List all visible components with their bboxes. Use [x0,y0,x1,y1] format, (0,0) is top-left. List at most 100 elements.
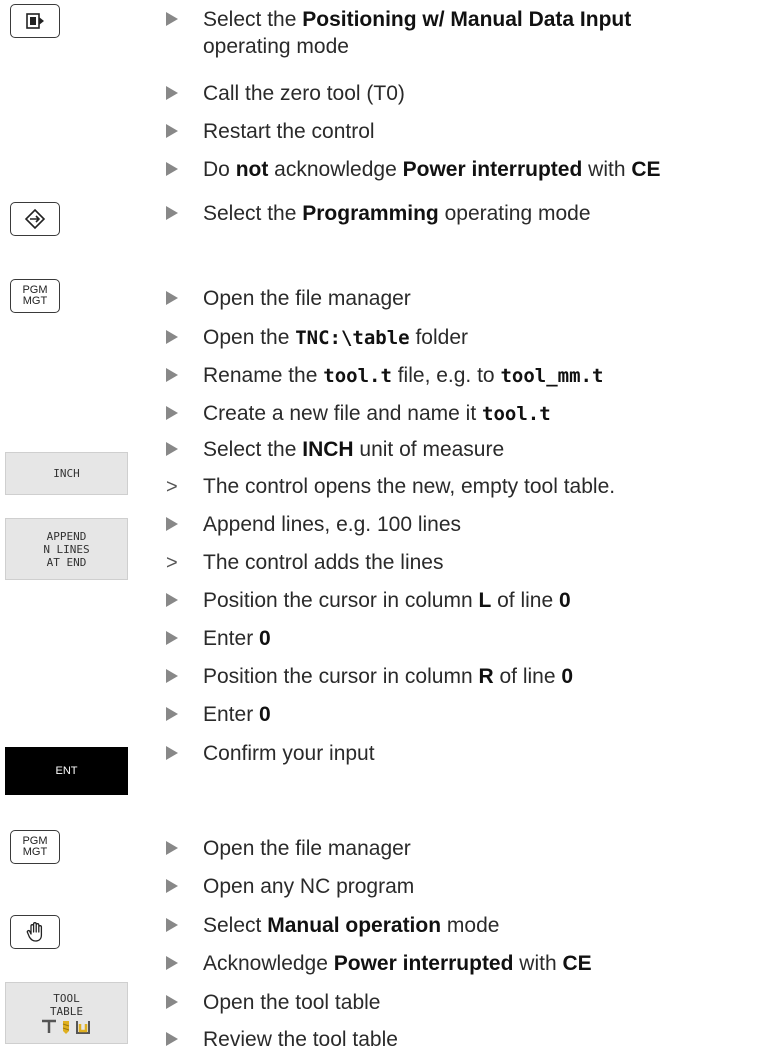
text-segment: MGT [22,846,48,858]
pgm-mgt-label: PGM MGT [22,285,47,307]
text-segment: Position the cursor in column R of line … [203,663,774,690]
text-segment [166,1026,186,1053]
text-segment: > [166,549,186,577]
ent-key[interactable]: ENT [5,747,128,795]
text-segment: N LINES [43,542,90,556]
text-segment: of line [493,665,562,688]
text-segment [166,436,186,463]
emphasis-text: CE [562,952,592,975]
text-segment: Enter [203,703,260,726]
emphasis-text: R [478,665,494,688]
text-segment: Select [203,914,268,937]
text-segment: Select Manual operation mode [203,912,774,939]
text-segment [166,663,186,690]
text-segment: ENT [55,765,78,777]
text-segment: unit of measure [353,438,505,461]
step-bullet-icon [166,124,178,138]
text-segment: Position the cursor in column [203,589,479,612]
text-segment [166,80,186,107]
step-bullet-icon [166,162,178,176]
text-segment: Select the Programming operating mode [203,200,774,227]
step-bullet-icon [166,879,178,893]
text-segment: folder [409,326,468,349]
emphasis-text: tool_mm.t [500,365,604,387]
text-segment: APPEND [46,529,87,543]
text-segment [166,740,186,767]
emphasis-text: INCH [302,438,354,461]
text-segment: acknowledge [268,158,403,181]
step-bullet-icon [166,291,178,305]
text-segment [166,200,186,227]
emphasis-text: Manual operation [267,914,442,937]
step-bullet-icon [166,517,178,531]
step-bullet-icon [166,12,178,26]
text-segment: operating mode [438,202,591,225]
step-bullet-icon [166,631,178,645]
text-segment: Acknowledge Power interrupted with CE [203,950,774,977]
positioning-mdi-key[interactable] [10,4,60,38]
text-segment [166,6,186,33]
pgm-mgt-key-2[interactable]: PGM MGT [10,830,60,864]
text-segment: Open the TNC:\table folder [203,324,774,352]
step-bullet-icon [166,330,178,344]
step-bullet-icon [166,995,178,1009]
text-segment: Open the [203,326,296,349]
text-segment: Select the Positioning w/ Manual Data In… [203,8,632,58]
text-segment: Select the [203,202,303,225]
text-segment: Create a new file and name it [203,402,482,425]
programming-key[interactable] [10,202,60,236]
text-segment: Rename the [203,364,324,387]
text-segment: AT END [46,555,87,569]
step-bullet-icon [166,841,178,855]
text-segment: Enter [203,627,260,650]
append-lines-softkey[interactable]: APPEND N LINES AT END [5,518,128,580]
step-bullet-icon [166,206,178,220]
text-segment: Enter 0 [203,701,774,728]
result-marker: > [166,476,178,498]
text-segment: TOOL [53,991,80,1005]
pgm-mgt-key[interactable]: PGM MGT [10,279,60,313]
emphasis-text: 0 [561,665,574,688]
text-segment: Enter 0 [203,625,774,652]
step-bullet-icon [166,406,178,420]
emphasis-text: Power interrupted [333,952,514,975]
text-segment [166,873,186,900]
hand-icon [26,922,43,942]
text-segment [166,118,186,145]
step-bullet-icon [166,918,178,932]
emphasis-text: tool.t [482,403,551,425]
text-segment [166,156,186,183]
text-segment [166,950,186,977]
text-segment: > [166,473,186,501]
text-segment [166,511,186,538]
text-segment [166,989,186,1016]
text-segment: of line [491,589,560,612]
text-segment: Create a new file and name it tool.t [203,400,774,428]
text-segment: Acknowledge [203,952,334,975]
step-bullet-icon [166,1032,178,1046]
emphasis-text: TNC:\table [295,327,410,349]
step-bullet-icon [166,669,178,683]
text-segment [166,285,186,312]
step-select-mdi-mode: Select the Positioning w/ Manual Data In… [166,6,774,62]
emphasis-text: 0 [559,589,571,612]
programming-icon [24,208,46,230]
tool-table-softkey[interactable]: TOOL TABLE [5,982,128,1044]
step-bullet-icon [166,593,178,607]
step-bullet-icon [166,956,178,970]
emphasis-text: CE [631,158,661,181]
text-segment: Select the INCH unit of measure [203,436,774,463]
manual-operation-key[interactable] [10,915,60,949]
step-bullet-icon [166,707,178,721]
text-segment: MGT [22,295,48,307]
text-segment: Select the [203,438,303,461]
mdi-icon [26,13,44,29]
text-segment: TABLE [49,1004,84,1018]
emphasis-text: not [235,158,269,181]
text-segment: with [513,952,563,975]
result-marker: > [166,552,178,574]
text-segment [166,701,186,728]
step-bullet-icon [166,86,178,100]
emphasis-text: tool.t [323,365,392,387]
inch-softkey[interactable]: INCH [5,452,128,495]
